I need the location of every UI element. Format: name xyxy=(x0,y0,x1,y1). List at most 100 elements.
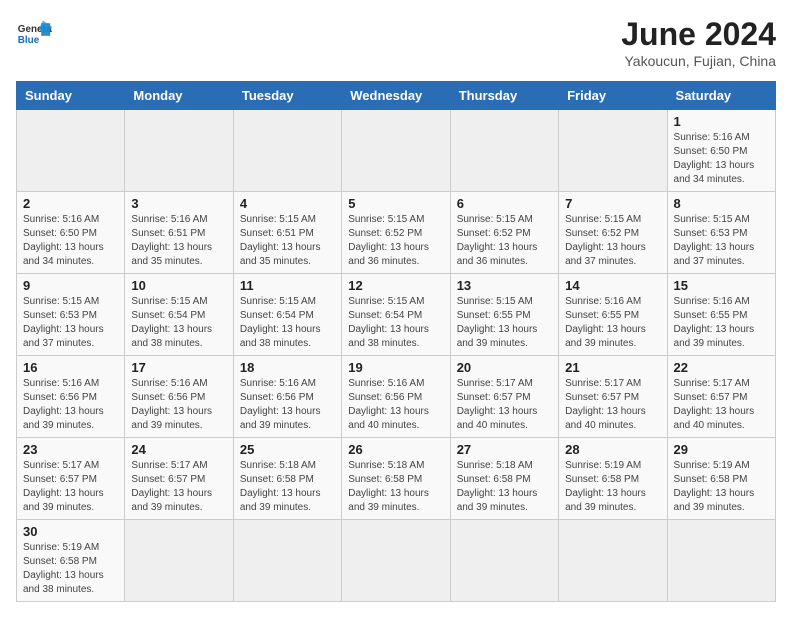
calendar-cell: 1Sunrise: 5:16 AM Sunset: 6:50 PM Daylig… xyxy=(667,110,775,192)
day-number: 27 xyxy=(457,442,552,457)
day-number: 24 xyxy=(131,442,226,457)
calendar-cell: 15 Sunrise: 5:16 AM Sunset: 6:55 PM Dayli… xyxy=(667,274,775,356)
week-row-3: 9 Sunrise: 5:15 AM Sunset: 6:53 PM Daylig… xyxy=(17,274,776,356)
day-detail: Sunrise: 5:19 AM Sunset: 6:58 PM Dayligh… xyxy=(565,459,660,515)
day-number: 9 xyxy=(23,278,118,293)
calendar-subtitle: Yakoucun, Fujian, China xyxy=(621,53,776,69)
calendar-cell: 5 Sunrise: 5:15 AM Sunset: 6:52 PM Daylig… xyxy=(342,192,450,274)
day-number: 22 xyxy=(674,360,769,375)
day-detail: Sunrise: 5:15 AM Sunset: 6:53 PM Dayligh… xyxy=(23,295,118,351)
calendar-cell xyxy=(559,110,667,192)
calendar-cell: 16Sunrise: 5:16 AM Sunset: 6:56 PM Dayli… xyxy=(17,356,125,438)
weekday-header-row: SundayMondayTuesdayWednesdayThursdayFrid… xyxy=(17,82,776,110)
day-detail: Sunrise: 5:16 AM Sunset: 6:50 PM Dayligh… xyxy=(674,131,769,187)
day-detail: Sunrise: 5:15 AM Sunset: 6:52 PM Dayligh… xyxy=(565,213,660,269)
day-number: 20 xyxy=(457,360,552,375)
day-detail: Sunrise: 5:16 AM Sunset: 6:55 PM Dayligh… xyxy=(674,295,769,351)
calendar-cell: 23 Sunrise: 5:17 AM Sunset: 6:57 PM Dayli… xyxy=(17,438,125,520)
day-detail: Sunrise: 5:15 AM Sunset: 6:51 PM Dayligh… xyxy=(240,213,335,269)
calendar-cell: 2Sunrise: 5:16 AM Sunset: 6:50 PM Daylig… xyxy=(17,192,125,274)
day-detail: Sunrise: 5:15 AM Sunset: 6:54 PM Dayligh… xyxy=(348,295,443,351)
day-number: 11 xyxy=(240,278,335,293)
calendar-cell xyxy=(450,520,558,602)
day-detail: Sunrise: 5:18 AM Sunset: 6:58 PM Dayligh… xyxy=(240,459,335,515)
calendar-cell xyxy=(233,520,341,602)
calendar-cell xyxy=(450,110,558,192)
day-number: 5 xyxy=(348,196,443,211)
day-number: 17 xyxy=(131,360,226,375)
logo: General Blue xyxy=(16,16,52,52)
day-number: 12 xyxy=(348,278,443,293)
calendar-table: SundayMondayTuesdayWednesdayThursdayFrid… xyxy=(16,81,776,602)
page-header: General Blue June 2024 Yakoucun, Fujian,… xyxy=(16,16,776,69)
day-number: 8 xyxy=(674,196,769,211)
day-number: 19 xyxy=(348,360,443,375)
day-number: 3 xyxy=(131,196,226,211)
day-detail: Sunrise: 5:15 AM Sunset: 6:53 PM Dayligh… xyxy=(674,213,769,269)
calendar-cell: 29 Sunrise: 5:19 AM Sunset: 6:58 PM Dayli… xyxy=(667,438,775,520)
day-number: 6 xyxy=(457,196,552,211)
day-detail: Sunrise: 5:15 AM Sunset: 6:52 PM Dayligh… xyxy=(348,213,443,269)
day-number: 14 xyxy=(565,278,660,293)
calendar-cell xyxy=(342,110,450,192)
calendar-cell: 13Sunrise: 5:15 AM Sunset: 6:55 PM Dayli… xyxy=(450,274,558,356)
day-detail: Sunrise: 5:19 AM Sunset: 6:58 PM Dayligh… xyxy=(674,459,769,515)
calendar-cell xyxy=(17,110,125,192)
calendar-cell: 7 Sunrise: 5:15 AM Sunset: 6:52 PM Daylig… xyxy=(559,192,667,274)
calendar-cell: 12 Sunrise: 5:15 AM Sunset: 6:54 PM Dayli… xyxy=(342,274,450,356)
calendar-cell: 10Sunrise: 5:15 AM Sunset: 6:54 PM Dayli… xyxy=(125,274,233,356)
day-detail: Sunrise: 5:19 AM Sunset: 6:58 PM Dayligh… xyxy=(23,541,118,597)
svg-text:Blue: Blue xyxy=(18,35,40,46)
calendar-cell xyxy=(125,520,233,602)
day-detail: Sunrise: 5:16 AM Sunset: 6:55 PM Dayligh… xyxy=(565,295,660,351)
day-number: 15 xyxy=(674,278,769,293)
weekday-header-wednesday: Wednesday xyxy=(342,82,450,110)
calendar-cell: 6Sunrise: 5:15 AM Sunset: 6:52 PM Daylig… xyxy=(450,192,558,274)
calendar-cell: 19 Sunrise: 5:16 AM Sunset: 6:56 PM Dayli… xyxy=(342,356,450,438)
day-detail: Sunrise: 5:16 AM Sunset: 6:56 PM Dayligh… xyxy=(348,377,443,433)
day-number: 13 xyxy=(457,278,552,293)
calendar-cell: 17Sunrise: 5:16 AM Sunset: 6:56 PM Dayli… xyxy=(125,356,233,438)
day-detail: Sunrise: 5:18 AM Sunset: 6:58 PM Dayligh… xyxy=(457,459,552,515)
weekday-header-tuesday: Tuesday xyxy=(233,82,341,110)
calendar-cell: 22 Sunrise: 5:17 AM Sunset: 6:57 PM Dayli… xyxy=(667,356,775,438)
calendar-cell: 27 Sunrise: 5:18 AM Sunset: 6:58 PM Dayli… xyxy=(450,438,558,520)
calendar-cell xyxy=(559,520,667,602)
calendar-cell xyxy=(125,110,233,192)
day-detail: Sunrise: 5:18 AM Sunset: 6:58 PM Dayligh… xyxy=(348,459,443,515)
calendar-cell: 24Sunrise: 5:17 AM Sunset: 6:57 PM Dayli… xyxy=(125,438,233,520)
calendar-title: June 2024 xyxy=(621,16,776,53)
calendar-cell: 18Sunrise: 5:16 AM Sunset: 6:56 PM Dayli… xyxy=(233,356,341,438)
day-number: 25 xyxy=(240,442,335,457)
day-number: 4 xyxy=(240,196,335,211)
generalblue-logo-icon: General Blue xyxy=(16,16,52,52)
day-number: 16 xyxy=(23,360,118,375)
calendar-cell: 8 Sunrise: 5:15 AM Sunset: 6:53 PM Daylig… xyxy=(667,192,775,274)
day-number: 18 xyxy=(240,360,335,375)
day-number: 23 xyxy=(23,442,118,457)
day-number: 7 xyxy=(565,196,660,211)
day-detail: Sunrise: 5:16 AM Sunset: 6:50 PM Dayligh… xyxy=(23,213,118,269)
week-row-1: 1Sunrise: 5:16 AM Sunset: 6:50 PM Daylig… xyxy=(17,110,776,192)
day-number: 28 xyxy=(565,442,660,457)
week-row-5: 23 Sunrise: 5:17 AM Sunset: 6:57 PM Dayli… xyxy=(17,438,776,520)
week-row-2: 2Sunrise: 5:16 AM Sunset: 6:50 PM Daylig… xyxy=(17,192,776,274)
weekday-header-monday: Monday xyxy=(125,82,233,110)
calendar-cell: 11Sunrise: 5:15 AM Sunset: 6:54 PM Dayli… xyxy=(233,274,341,356)
week-row-4: 16 Sunrise: 5:16 AM Sunset: 6:56 PM Dayli… xyxy=(17,356,776,438)
day-number: 21 xyxy=(565,360,660,375)
day-detail: Sunrise: 5:17 AM Sunset: 6:57 PM Dayligh… xyxy=(23,459,118,515)
weekday-header-sunday: Sunday xyxy=(17,82,125,110)
day-detail: Sunrise: 5:17 AM Sunset: 6:57 PM Dayligh… xyxy=(457,377,552,433)
calendar-cell xyxy=(667,520,775,602)
calendar-cell: 14 Sunrise: 5:16 AM Sunset: 6:55 PM Dayli… xyxy=(559,274,667,356)
calendar-cell: 4 Sunrise: 5:15 AM Sunset: 6:51 PM Daylig… xyxy=(233,192,341,274)
day-number: 26 xyxy=(348,442,443,457)
calendar-cell: 26 Sunrise: 5:18 AM Sunset: 6:58 PM Dayli… xyxy=(342,438,450,520)
calendar-cell xyxy=(233,110,341,192)
calendar-cell: 9 Sunrise: 5:15 AM Sunset: 6:53 PM Daylig… xyxy=(17,274,125,356)
day-number: 29 xyxy=(674,442,769,457)
day-detail: Sunrise: 5:15 AM Sunset: 6:54 PM Dayligh… xyxy=(131,295,226,351)
calendar-cell: 3Sunrise: 5:16 AM Sunset: 6:51 PM Daylig… xyxy=(125,192,233,274)
day-detail: Sunrise: 5:17 AM Sunset: 6:57 PM Dayligh… xyxy=(674,377,769,433)
